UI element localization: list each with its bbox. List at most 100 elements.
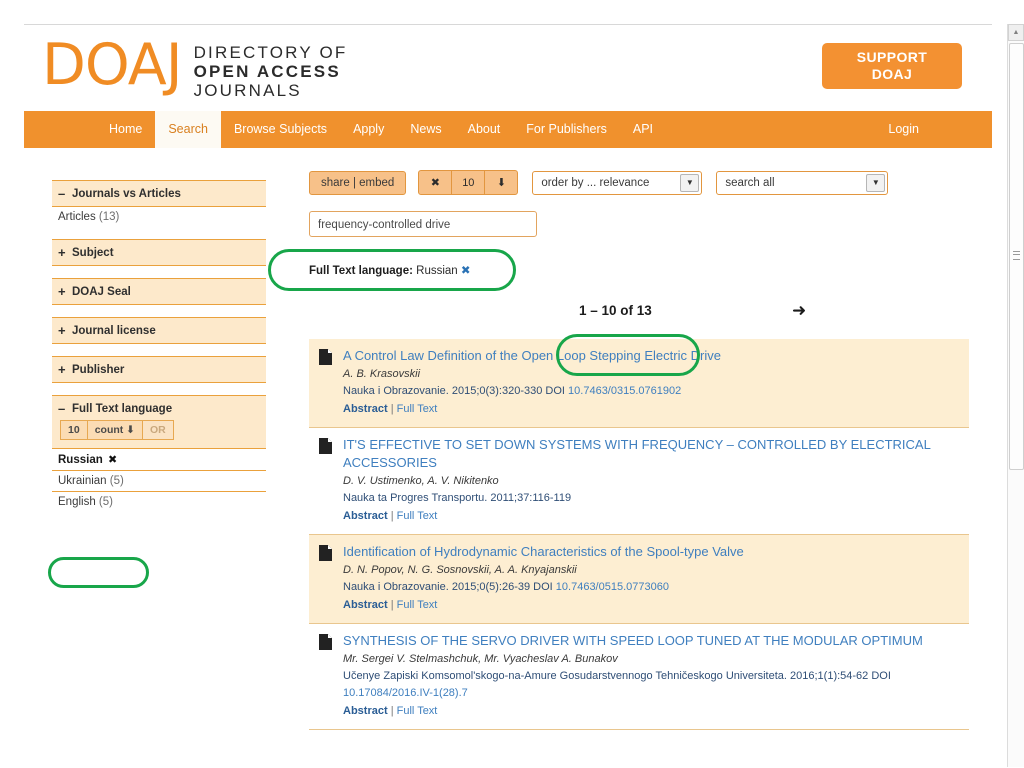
result-item[interactable]: Identification of Hydrodynamic Character…	[309, 535, 969, 624]
support-button-line1: SUPPORT	[856, 49, 928, 65]
facet-journal-license: + Journal license	[52, 317, 266, 344]
scrollbar-thumb[interactable]	[1009, 43, 1024, 470]
active-filter-summary: Full Text language: Russian ✖	[309, 263, 969, 277]
result-item[interactable]: A Control Law Definition of the Open Loo…	[309, 339, 969, 428]
nav-item-news[interactable]: News	[397, 111, 454, 148]
result-citation: 2011;37:116-119	[490, 492, 572, 504]
page-size-button[interactable]: 10	[451, 170, 486, 195]
support-button-line2: DOAJ	[871, 66, 913, 82]
abstract-link[interactable]: Abstract	[343, 510, 388, 522]
result-citation: 2015;0(5):26-39 DOI	[451, 581, 553, 593]
link-separator: |	[390, 403, 394, 415]
facet-size-button[interactable]: 10	[60, 420, 88, 440]
facet-or-button[interactable]: OR	[141, 420, 174, 440]
support-doaj-button[interactable]: SUPPORT DOAJ	[822, 43, 962, 89]
remove-filter-icon[interactable]: ✖	[461, 265, 471, 277]
facet-sort-count-button[interactable]: count ⬇	[86, 420, 143, 440]
logo-tagline-line1: DIRECTORY OF	[193, 43, 348, 62]
expand-icon: +	[58, 362, 66, 377]
facet-header-full-text-language[interactable]: – Full Text language 10 count ⬇ OR	[52, 395, 266, 449]
result-doi[interactable]: 10.17084/2016.IV-1(28).7	[343, 687, 468, 699]
logo-wordmark: DOAJ	[42, 32, 183, 98]
logo-tagline-line2: OPEN ACCESS	[193, 62, 341, 81]
result-metadata: Nauka ta Progres Transportu. 2011;37:116…	[343, 490, 959, 507]
active-filter-value: Russian	[416, 265, 458, 277]
facet-doaj-seal: + DOAJ Seal	[52, 278, 266, 305]
nav-right: Login	[875, 111, 932, 148]
result-item[interactable]: IT'S EFFECTIVE TO SET DOWN SYSTEMS WITH …	[309, 428, 969, 535]
remove-filter-icon[interactable]: ✖	[108, 454, 117, 466]
facet-title: Journal license	[72, 324, 156, 337]
scroll-up-icon[interactable]: ▲	[1008, 24, 1024, 41]
full-text-link[interactable]: Full Text	[397, 510, 438, 522]
nav-item-home[interactable]: Home	[96, 111, 155, 148]
doaj-logo[interactable]: DOAJ DIRECTORY OF OPEN ACCESS JOURNALS	[42, 32, 348, 101]
result-doi[interactable]: 10.7463/0515.0773060	[556, 581, 669, 593]
document-icon	[319, 349, 332, 365]
logo-tagline: DIRECTORY OF OPEN ACCESS JOURNALS	[194, 43, 348, 100]
result-title[interactable]: A Control Law Definition of the Open Loo…	[343, 347, 959, 365]
abstract-link[interactable]: Abstract	[343, 599, 388, 611]
next-page-icon[interactable]: ➜	[792, 302, 806, 319]
facet-row-label: Ukrainian	[58, 475, 107, 487]
full-text-link[interactable]: Full Text	[397, 599, 438, 611]
result-title[interactable]: Identification of Hydrodynamic Character…	[343, 543, 959, 561]
chevron-down-icon[interactable]: ▼	[680, 173, 700, 192]
result-item[interactable]: SYNTHESIS OF THE SERVO DRIVER WITH SPEED…	[309, 624, 969, 730]
facet-publisher: + Publisher	[52, 356, 266, 383]
facet-header-row: – Full Text language	[58, 401, 260, 416]
abstract-link[interactable]: Abstract	[343, 403, 388, 415]
nav-item-api[interactable]: API	[620, 111, 666, 148]
browser-screenshot: DOAJ DIRECTORY OF OPEN ACCESS JOURNALS S…	[0, 0, 1024, 768]
facet-header-journal-license[interactable]: + Journal license	[52, 317, 266, 344]
link-separator: |	[390, 510, 394, 522]
pagination-range: 1 – 10 of 13	[579, 303, 652, 318]
nav-item-browse-subjects[interactable]: Browse Subjects	[221, 111, 340, 148]
facet-title: Full Text language	[72, 402, 173, 415]
collapse-icon: –	[58, 401, 66, 416]
result-title[interactable]: SYNTHESIS OF THE SERVO DRIVER WITH SPEED…	[343, 632, 959, 650]
result-journal: Nauka ta Progres Transportu.	[343, 492, 488, 504]
order-by-select[interactable]: order by ... relevance ▼	[532, 170, 703, 195]
facet-row-label: Russian	[58, 454, 103, 466]
nav-item-apply[interactable]: Apply	[340, 111, 397, 148]
scrollbar-track[interactable]	[1008, 41, 1024, 767]
full-text-link[interactable]: Full Text	[397, 403, 438, 415]
result-links: Abstract | Full Text	[343, 401, 959, 418]
result-links: Abstract | Full Text	[343, 703, 959, 720]
facet-header-doaj-seal[interactable]: + DOAJ Seal	[52, 278, 266, 305]
facet-header-subject[interactable]: + Subject	[52, 239, 266, 266]
sort-direction-icon[interactable]: ⬇	[484, 170, 519, 195]
nav-item-search[interactable]: Search	[155, 111, 221, 148]
result-authors: D. N. Popov, N. G. Sosnovskii, A. A. Kny…	[343, 564, 577, 576]
result-metadata: Učenye Zapiski Komsomol'skogo-na-Amure G…	[343, 668, 959, 702]
facet-row-articles[interactable]: Articles (13)	[52, 207, 266, 227]
results-toolbar: share | embed ✖ 10 ⬇ order by ... releva…	[309, 170, 969, 195]
share-embed-button[interactable]: share | embed	[309, 170, 407, 195]
facet-row-english[interactable]: English (5)	[52, 492, 266, 512]
result-doi[interactable]: 10.7463/0315.0761902	[568, 385, 681, 397]
chevron-down-icon[interactable]: ▼	[866, 173, 886, 192]
search-results-column: share | embed ✖ 10 ⬇ order by ... releva…	[309, 148, 969, 730]
abstract-link[interactable]: Abstract	[343, 705, 388, 717]
facet-row-russian[interactable]: Russian ✖	[52, 449, 266, 471]
facet-journals-vs-articles: – Journals vs Articles Articles (13)	[52, 180, 266, 227]
search-field-select[interactable]: search all ▼	[716, 170, 889, 195]
facet-header-journals-vs-articles[interactable]: – Journals vs Articles	[52, 180, 266, 207]
nav-item-login[interactable]: Login	[875, 111, 932, 148]
result-journal: Nauka i Obrazovanie.	[343, 385, 449, 397]
clear-search-icon[interactable]: ✖	[418, 170, 453, 195]
facet-row-ukrainian[interactable]: Ukrainian (5)	[52, 471, 266, 492]
scrollbar-grip-icon	[1013, 251, 1020, 260]
facet-title: Journals vs Articles	[72, 187, 181, 200]
nav-item-for-publishers[interactable]: For Publishers	[513, 111, 620, 148]
site-header: DOAJ DIRECTORY OF OPEN ACCESS JOURNALS S…	[24, 25, 992, 111]
result-title[interactable]: IT'S EFFECTIVE TO SET DOWN SYSTEMS WITH …	[343, 436, 959, 472]
full-text-link[interactable]: Full Text	[397, 705, 438, 717]
facet-header-publisher[interactable]: + Publisher	[52, 356, 266, 383]
vertical-scrollbar[interactable]: ▲	[1007, 24, 1024, 767]
result-authors: Mr. Sergei V. Stelmashchuk, Mr. Vyachesl…	[343, 653, 618, 665]
logo-tagline-line3: JOURNALS	[193, 81, 302, 100]
nav-item-about[interactable]: About	[455, 111, 514, 148]
search-input[interactable]: frequency-controlled drive	[309, 211, 537, 237]
